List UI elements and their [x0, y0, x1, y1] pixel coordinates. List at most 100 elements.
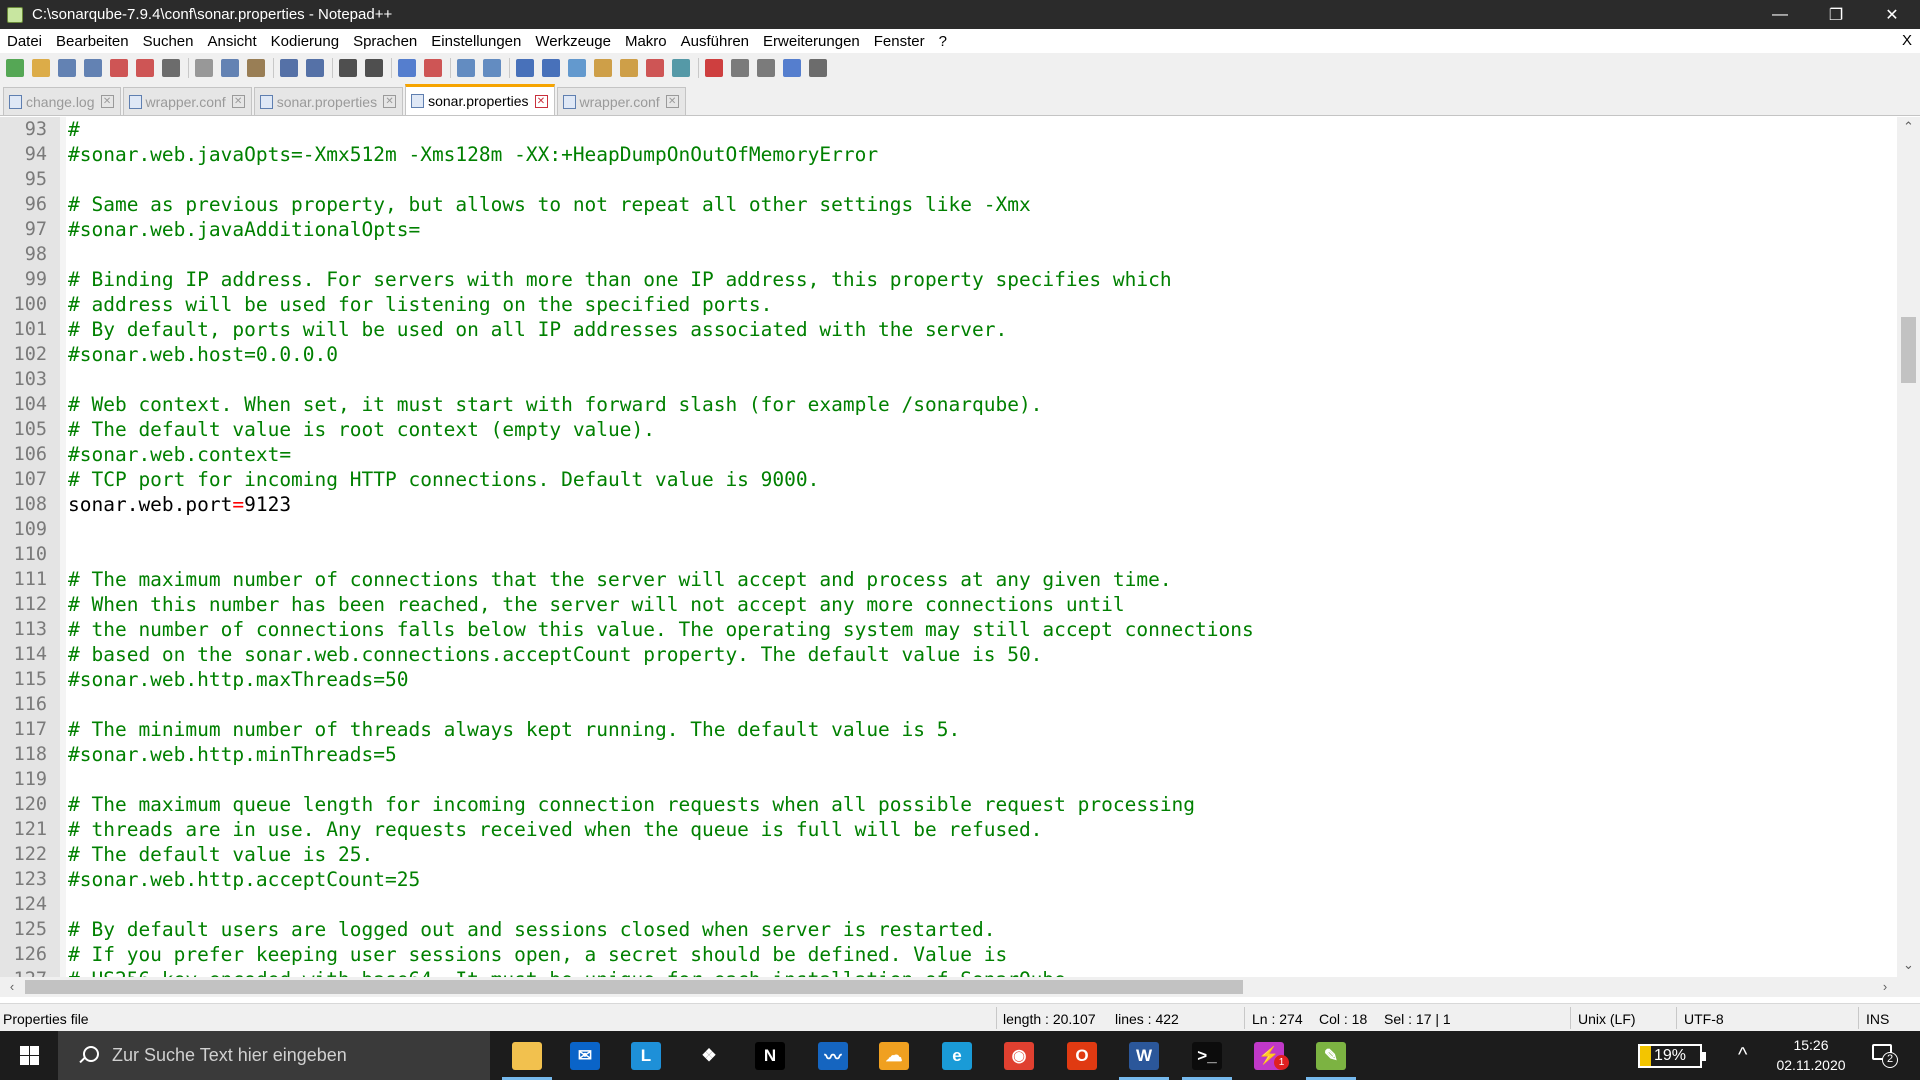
paste-icon[interactable] — [247, 59, 265, 77]
taskbar-app-lexoffice[interactable]: L — [617, 1031, 675, 1080]
monitoring-icon[interactable] — [672, 59, 690, 77]
word-wrap-icon[interactable] — [516, 59, 534, 77]
tab-4[interactable]: wrapper.conf ✕ — [556, 87, 686, 115]
taskbar-app-chrome[interactable]: ◉ — [990, 1031, 1048, 1080]
menu-item-3[interactable]: Ansicht — [200, 33, 263, 50]
scroll-right-button[interactable]: › — [1875, 977, 1895, 997]
editor[interactable]: 93 #94 #sonar.web.javaOpts=-Xmx512m -Xms12… — [0, 117, 1897, 977]
taskbar-app-whiteboard[interactable]: 〰 — [804, 1031, 862, 1080]
zoom-out-icon[interactable] — [424, 59, 442, 77]
indent-guide-icon[interactable] — [568, 59, 586, 77]
code-text: # — [68, 118, 80, 141]
taskbar-app-edge[interactable]: e — [928, 1031, 986, 1080]
menu-item-4[interactable]: Kodierung — [264, 33, 346, 50]
scroll-up-button[interactable]: ⌃ — [1897, 119, 1920, 139]
stop-macro-icon[interactable] — [731, 59, 749, 77]
status-eol[interactable]: Unix (LF) — [1578, 1011, 1636, 1027]
code-line: 103 — [0, 367, 1897, 392]
replace-icon[interactable] — [365, 59, 383, 77]
sync-vertical-icon[interactable] — [457, 59, 475, 77]
taskbar-app-office[interactable]: O — [1053, 1031, 1111, 1080]
menu-item-11[interactable]: Fenster — [867, 33, 932, 50]
battery-indicator[interactable]: 19% — [1638, 1044, 1706, 1068]
taskbar-app-file-explorer[interactable] — [498, 1031, 556, 1080]
menu-item-2[interactable]: Suchen — [136, 33, 201, 50]
save-all-icon[interactable] — [84, 59, 102, 77]
taskbar: Zur Suche Text hier eingeben ✉ L ❖ N 〰 ☁ e ◉ O W >… — [0, 1031, 1920, 1080]
save-macro-icon[interactable] — [809, 59, 827, 77]
new-file-icon[interactable] — [6, 59, 24, 77]
window-title: C:\sonarqube-7.9.4\conf\sonar.properties… — [32, 6, 393, 23]
horizontal-scrollbar[interactable]: ‹ › — [0, 977, 1897, 997]
minimize-button[interactable]: — — [1752, 0, 1808, 29]
tab-close-icon[interactable]: ✕ — [665, 95, 679, 108]
menu-item-12[interactable]: ? — [932, 33, 954, 50]
line-number: 111 — [13, 569, 47, 590]
taskbar-app-netflix[interactable]: N — [741, 1031, 799, 1080]
start-button[interactable] — [0, 1031, 58, 1080]
menu-item-7[interactable]: Werkzeuge — [528, 33, 618, 50]
copy-icon[interactable] — [221, 59, 239, 77]
menu-item-1[interactable]: Bearbeiten — [49, 33, 136, 50]
chrome-icon: ◉ — [1004, 1041, 1034, 1070]
function-list-icon[interactable] — [620, 59, 638, 77]
tab-0[interactable]: change.log ✕ — [3, 87, 121, 115]
scroll-down-button[interactable]: ⌄ — [1897, 957, 1920, 977]
taskbar-app-dropbox[interactable]: ❖ — [680, 1031, 738, 1080]
menu-item-9[interactable]: Ausführen — [674, 33, 756, 50]
code-text: # When this number has been reached, the… — [68, 593, 1125, 616]
vertical-scrollbar[interactable]: ⌃ ⌄ — [1897, 117, 1920, 977]
taskbar-app-word[interactable]: W — [1115, 1031, 1173, 1080]
maximize-button[interactable]: ❐ — [1808, 0, 1864, 29]
vertical-scroll-thumb[interactable] — [1901, 317, 1916, 383]
play-macro-icon[interactable] — [757, 59, 775, 77]
taskbar-app-notepadpp[interactable]: ✎ — [1302, 1031, 1360, 1080]
cut-icon[interactable] — [195, 59, 213, 77]
run-macro-multiple-icon[interactable] — [783, 59, 801, 77]
sync-horizontal-icon[interactable] — [483, 59, 501, 77]
menu-item-5[interactable]: Sprachen — [346, 33, 424, 50]
notification-center-button[interactable]: 2 — [1866, 1040, 1906, 1072]
tab-close-icon[interactable]: ✕ — [383, 95, 397, 108]
tab-close-icon[interactable]: ✕ — [100, 95, 114, 108]
close-window-button[interactable]: ✕ — [1864, 0, 1920, 29]
tray-chevron-icon[interactable]: ^ — [1738, 1044, 1747, 1067]
close-all-icon[interactable] — [136, 59, 154, 77]
taskbar-app-mail[interactable]: ✉ — [556, 1031, 614, 1080]
status-lines: lines : 422 — [1115, 1011, 1179, 1027]
find-icon[interactable] — [339, 59, 357, 77]
status-encoding[interactable]: UTF-8 — [1684, 1011, 1724, 1027]
menu-item-0[interactable]: Datei — [0, 33, 49, 50]
tab-2[interactable]: sonar.properties ✕ — [253, 87, 404, 115]
taskbar-app-weather[interactable]: ☁ — [865, 1031, 923, 1080]
save-icon[interactable] — [58, 59, 76, 77]
taskbar-app-messenger[interactable]: ⚡ 1 — [1240, 1031, 1298, 1080]
scroll-left-button[interactable]: ‹ — [2, 977, 22, 997]
menu-item-8[interactable]: Makro — [618, 33, 674, 50]
record-macro-icon[interactable] — [705, 59, 723, 77]
taskbar-app-terminal[interactable]: >_ — [1178, 1031, 1236, 1080]
menu-item-6[interactable]: Einstellungen — [424, 33, 528, 50]
open-file-icon[interactable] — [32, 59, 50, 77]
line-number: 99 — [24, 269, 47, 290]
redo-icon[interactable] — [306, 59, 324, 77]
dropbox-icon: ❖ — [694, 1041, 724, 1070]
close-document-button[interactable]: X — [1902, 32, 1912, 49]
clock[interactable]: 15:26 02.11.2020 — [1756, 1035, 1866, 1075]
undo-icon[interactable] — [280, 59, 298, 77]
show-all-chars-icon[interactable] — [542, 59, 560, 77]
print-icon[interactable] — [162, 59, 180, 77]
horizontal-scroll-thumb[interactable] — [25, 980, 1243, 994]
zoom-in-icon[interactable] — [398, 59, 416, 77]
tab-3[interactable]: sonar.properties ✕ — [405, 84, 555, 115]
menu-item-10[interactable]: Erweiterungen — [756, 33, 867, 50]
tab-close-icon[interactable]: ✕ — [534, 94, 548, 108]
line-number: 110 — [13, 544, 47, 565]
tab-close-icon[interactable]: ✕ — [231, 95, 245, 108]
doc-map-icon[interactable] — [594, 59, 612, 77]
close-icon[interactable] — [110, 59, 128, 77]
folder-workspace-icon[interactable] — [646, 59, 664, 77]
status-insert-mode[interactable]: INS — [1866, 1011, 1889, 1027]
tab-1[interactable]: wrapper.conf ✕ — [122, 87, 252, 115]
taskbar-search[interactable]: Zur Suche Text hier eingeben — [58, 1031, 490, 1080]
